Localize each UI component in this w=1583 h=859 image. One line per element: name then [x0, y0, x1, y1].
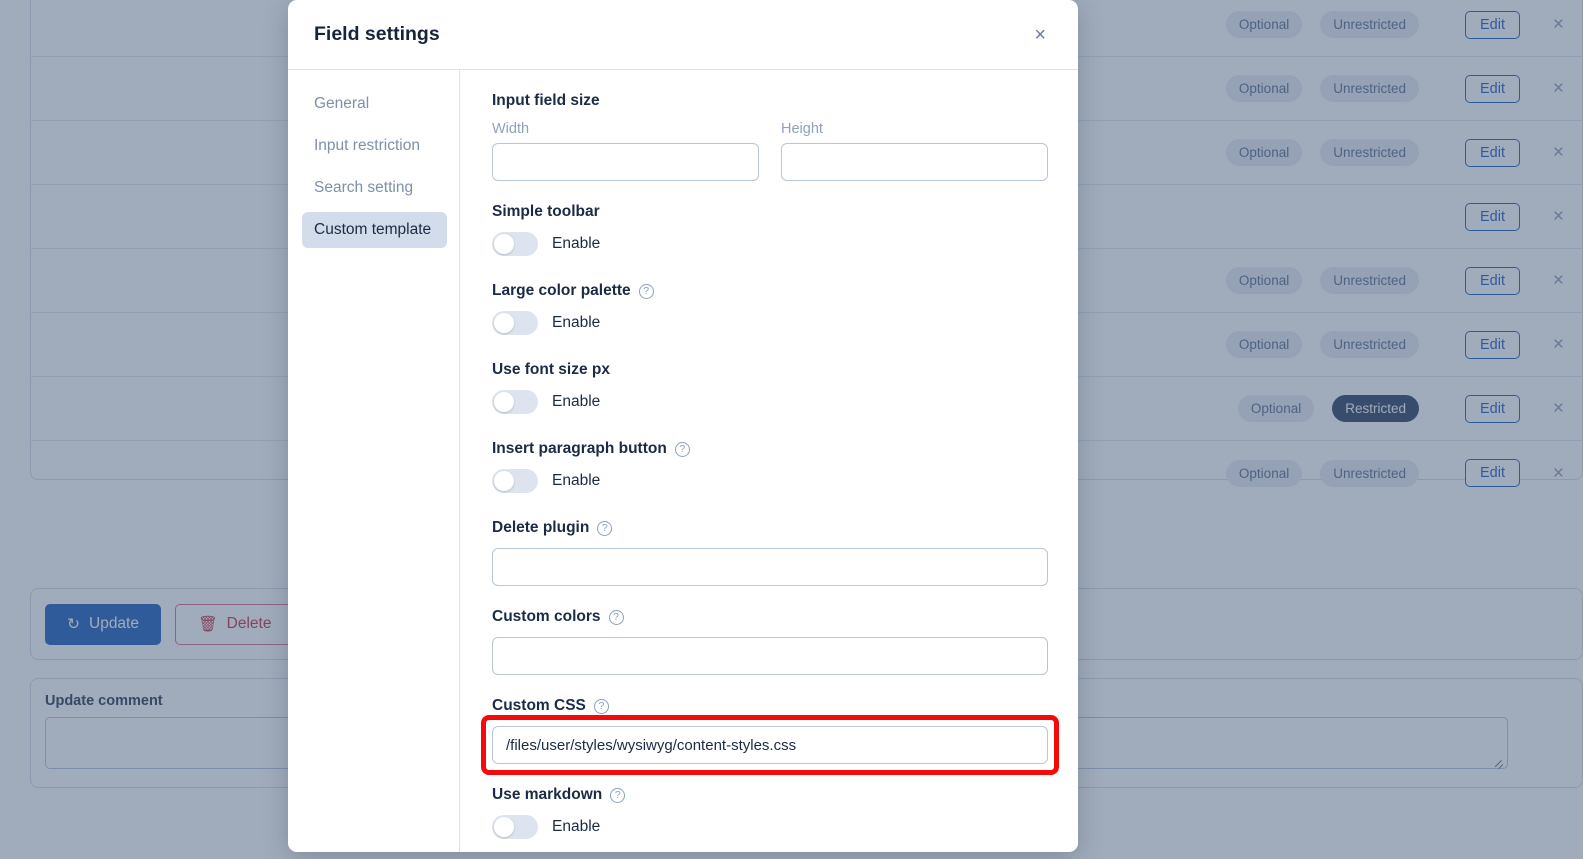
insert-paragraph-button-section: Insert paragraph button ? Enable — [492, 440, 1048, 493]
use-font-size-px-toggle[interactable] — [492, 390, 538, 414]
large-color-palette-toggle-row: Enable — [492, 311, 1048, 335]
use-markdown-toggle[interactable] — [492, 815, 538, 839]
insert-paragraph-button-label: Insert paragraph button — [492, 440, 667, 457]
delete-plugin-section: Delete plugin ? — [492, 519, 1048, 586]
insert-paragraph-button-title: Insert paragraph button ? — [492, 440, 1048, 458]
insert-paragraph-button-enable-label: Enable — [552, 472, 601, 489]
custom-colors-label: Custom colors — [492, 608, 601, 625]
simple-toolbar-enable-label: Enable — [552, 235, 601, 252]
use-markdown-section: Use markdown ? Enable — [492, 786, 1048, 839]
sidebar-item-input-restriction[interactable]: Input restriction — [302, 128, 447, 164]
custom-colors-input[interactable] — [492, 637, 1048, 675]
modal-title: Field settings — [314, 23, 440, 45]
use-font-size-px-title: Use font size px — [492, 361, 1048, 379]
field-settings-modal: Field settings × General Input restricti… — [288, 0, 1078, 852]
insert-paragraph-button-toggle-row: Enable — [492, 469, 1048, 493]
height-field-group: Height — [781, 121, 1048, 181]
use-font-size-px-toggle-row: Enable — [492, 390, 1048, 414]
large-color-palette-enable-label: Enable — [552, 314, 601, 331]
simple-toolbar-section: Simple toolbar Enable — [492, 203, 1048, 256]
large-color-palette-label: Large color palette — [492, 282, 631, 299]
size-inputs-row: Width Height — [492, 121, 1048, 181]
custom-colors-section: Custom colors ? — [492, 608, 1048, 675]
delete-plugin-title: Delete plugin ? — [492, 519, 1048, 537]
insert-paragraph-button-toggle[interactable] — [492, 469, 538, 493]
delete-plugin-label: Delete plugin — [492, 519, 590, 536]
width-label: Width — [492, 121, 530, 137]
simple-toolbar-title: Simple toolbar — [492, 203, 1048, 221]
large-color-palette-title: Large color palette ? — [492, 282, 1048, 300]
custom-css-input[interactable] — [492, 726, 1048, 764]
input-field-size-section: Input field size Width Height — [492, 92, 1048, 181]
large-color-palette-toggle[interactable] — [492, 311, 538, 335]
help-icon[interactable]: ? — [674, 441, 690, 457]
sidebar-item-general[interactable]: General — [302, 86, 447, 122]
custom-css-label: Custom CSS — [492, 697, 586, 714]
help-icon[interactable]: ? — [610, 787, 626, 803]
use-markdown-toggle-row: Enable — [492, 815, 1048, 839]
close-icon[interactable]: × — [1028, 19, 1052, 51]
simple-toolbar-label: Simple toolbar — [492, 203, 600, 220]
height-label: Height — [781, 121, 823, 137]
custom-colors-title: Custom colors ? — [492, 608, 1048, 626]
large-color-palette-section: Large color palette ? Enable — [492, 282, 1048, 335]
custom-css-section: Custom CSS ? — [481, 697, 1059, 775]
modal-sidebar: General Input restriction Search setting… — [288, 70, 460, 852]
use-markdown-enable-label: Enable — [552, 818, 601, 835]
custom-css-title: Custom CSS ? — [492, 697, 1048, 715]
simple-toolbar-toggle-row: Enable — [492, 232, 1048, 256]
use-font-size-px-enable-label: Enable — [552, 393, 601, 410]
help-icon[interactable]: ? — [597, 520, 613, 536]
sidebar-item-search-setting[interactable]: Search setting — [302, 170, 447, 206]
modal-body: General Input restriction Search setting… — [288, 70, 1078, 852]
help-icon[interactable]: ? — [638, 283, 654, 299]
custom-css-input-wrapper — [481, 715, 1059, 775]
use-markdown-label: Use markdown — [492, 786, 603, 803]
use-font-size-px-section: Use font size px Enable — [492, 361, 1048, 414]
input-field-size-title: Input field size — [492, 92, 600, 109]
modal-main-panel: Input field size Width Height Simple too… — [460, 70, 1078, 852]
use-markdown-title: Use markdown ? — [492, 786, 1048, 804]
help-icon[interactable]: ? — [593, 698, 609, 714]
modal-header: Field settings × — [288, 0, 1078, 70]
width-input[interactable] — [492, 143, 759, 181]
sidebar-item-custom-template[interactable]: Custom template — [302, 212, 447, 248]
delete-plugin-input[interactable] — [492, 548, 1048, 586]
help-icon[interactable]: ? — [608, 609, 624, 625]
use-font-size-px-label: Use font size px — [492, 361, 610, 378]
simple-toolbar-toggle[interactable] — [492, 232, 538, 256]
height-input[interactable] — [781, 143, 1048, 181]
width-field-group: Width — [492, 121, 759, 181]
